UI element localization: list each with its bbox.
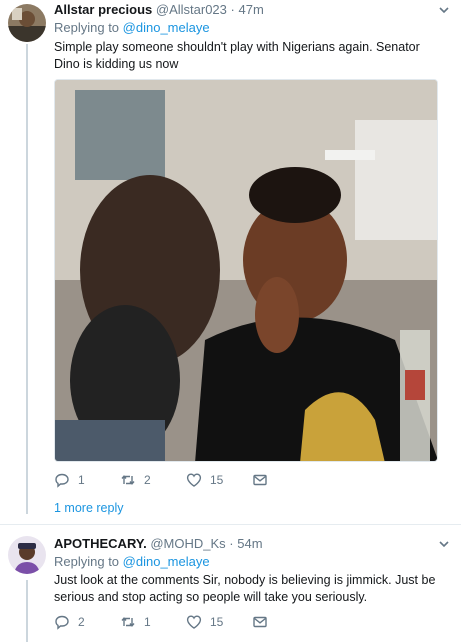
user-handle[interactable]: @MOHD_Ks [150,536,225,551]
more-replies-link[interactable]: 1 more reply [54,501,123,515]
like-count: 15 [210,473,224,487]
like-button[interactable]: 15 [186,472,252,488]
separator: · [229,536,234,551]
display-name[interactable]: APOTHECARY. [54,536,147,551]
retweet-count: 1 [144,615,151,629]
timestamp[interactable]: 47m [239,2,264,17]
like-count: 15 [210,615,224,629]
retweet-button[interactable]: 1 [120,614,186,630]
user-handle[interactable]: @Allstar023 [156,2,227,17]
retweet-count: 2 [144,473,151,487]
chevron-down-icon[interactable] [437,537,451,551]
tweet-actions: 1 2 15 [54,470,318,490]
direct-message-button[interactable] [252,614,318,630]
tweet[interactable]: Allstar precious @Allstar023 · 47m Reply… [0,0,461,520]
retweet-icon [121,475,135,485]
replying-to-link[interactable]: @dino_melaye [123,554,210,569]
tweet-header: Allstar precious @Allstar023 · 47m [54,2,264,17]
replying-to: Replying to @dino_melaye [54,20,210,35]
envelope-icon [253,616,267,628]
reply-button[interactable]: 2 [54,614,120,630]
display-name[interactable]: Allstar precious [54,2,152,17]
reply-count: 1 [78,473,85,487]
chevron-down-icon[interactable] [437,3,451,17]
tweet-actions: 2 1 15 [54,612,318,632]
heart-icon [186,473,202,487]
like-button[interactable]: 15 [186,614,252,630]
retweet-icon [121,617,135,627]
separator: · [230,2,235,17]
tweet[interactable]: APOTHECARY. @MOHD_Ks · 54m Replying to @… [0,534,461,642]
avatar[interactable] [8,536,46,574]
tweet-text: Just look at the comments Sir, nobody is… [54,573,436,604]
envelope-icon [253,474,267,486]
reply-icon [55,473,69,488]
reply-count: 2 [78,615,85,629]
replying-to-label: Replying to [54,554,120,569]
tweet-photo[interactable] [54,79,438,462]
retweet-button[interactable]: 2 [120,472,186,488]
tweet-header: APOTHECARY. @MOHD_Ks · 54m [54,536,263,551]
direct-message-button[interactable] [252,472,318,488]
reply-button[interactable]: 1 [54,472,120,488]
replying-to-link[interactable]: @dino_melaye [123,20,210,35]
replying-to: Replying to @dino_melaye [54,554,210,569]
replying-to-label: Replying to [54,20,120,35]
tweet-divider [0,524,461,525]
heart-icon [186,615,202,629]
timestamp[interactable]: 54m [237,536,262,551]
reply-icon [55,615,69,630]
tweet-text: Simple play someone shouldn't play with … [54,40,420,71]
avatar[interactable] [8,4,46,42]
